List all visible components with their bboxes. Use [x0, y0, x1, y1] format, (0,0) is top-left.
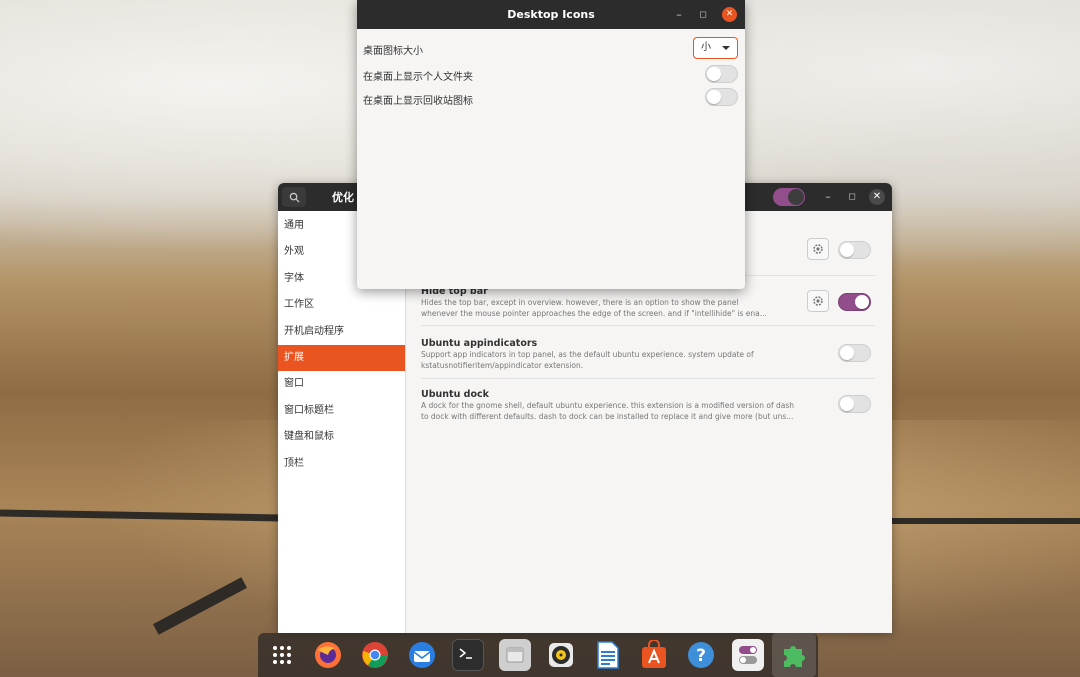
- dialog-headerbar: Desktop Icons – ◻ ✕: [357, 0, 745, 29]
- switch-knob: [855, 295, 869, 309]
- extensions-master-switch[interactable]: [773, 188, 805, 206]
- extensions-puzzle-icon: [784, 646, 805, 667]
- sidebar-item-window-titlebars[interactable]: 窗口标题栏: [278, 398, 405, 424]
- extension-switch[interactable]: [838, 395, 871, 413]
- gear-icon: [813, 296, 823, 306]
- combo-value: 小: [701, 42, 711, 53]
- show-apps-button[interactable]: [266, 639, 298, 671]
- firefox-icon: [315, 642, 341, 668]
- sidebar-item-top-bar[interactable]: 顶栏: [278, 451, 405, 477]
- rhythmbox-launcher[interactable]: [545, 639, 577, 671]
- dock: ?: [258, 633, 818, 677]
- tweaks-icon: [739, 646, 757, 664]
- list-item: Ubuntu appindicators Support app indicat…: [421, 338, 875, 379]
- software-center-launcher[interactable]: [638, 639, 670, 671]
- files-launcher[interactable]: [499, 639, 531, 671]
- list-item: Ubuntu dock A dock for the gnome shell, …: [421, 389, 875, 427]
- show-trash-label: 在桌面上显示回收站图标: [363, 96, 473, 107]
- minimize-button[interactable]: –: [671, 7, 687, 23]
- extensions-launcher[interactable]: [778, 639, 810, 671]
- extension-description: Hides the top bar, except in overview. h…: [421, 298, 739, 307]
- terminal-launcher[interactable]: [452, 639, 484, 671]
- maximize-button[interactable]: ◻: [695, 7, 711, 23]
- help-launcher[interactable]: ?: [685, 639, 717, 671]
- extension-name: Ubuntu appindicators: [421, 338, 538, 349]
- desktop-icons-dialog: Desktop Icons – ◻ ✕ 桌面图标大小 小 在桌面上显示个人文件夹…: [357, 0, 745, 289]
- rhythmbox-icon: [549, 643, 573, 667]
- search-button[interactable]: [282, 187, 306, 207]
- help-icon: ?: [688, 642, 714, 668]
- gear-icon: [813, 244, 823, 254]
- extension-switch[interactable]: [838, 293, 871, 311]
- sidebar-item-workspaces[interactable]: 工作区: [278, 292, 405, 318]
- icon-size-label: 桌面图标大小: [363, 46, 423, 57]
- extension-description: whenever the mouse pointer approaches th…: [421, 309, 767, 318]
- chrome-icon: [362, 642, 388, 668]
- minimize-button[interactable]: –: [820, 189, 836, 205]
- maximize-button[interactable]: ◻: [844, 189, 860, 205]
- extension-switch[interactable]: [838, 344, 871, 362]
- libreoffice-writer-launcher[interactable]: [592, 639, 624, 671]
- chrome-launcher[interactable]: [359, 639, 391, 671]
- sidebar-item-extensions[interactable]: 扩展: [278, 344, 405, 372]
- switch-knob: [788, 189, 804, 205]
- sidebar-item-windows[interactable]: 窗口: [278, 371, 405, 397]
- extension-description: Support app indicators in top panel, as …: [421, 350, 754, 359]
- close-button[interactable]: ✕: [869, 189, 885, 205]
- files-icon: [506, 647, 524, 663]
- svg-text:?: ?: [696, 646, 706, 666]
- sidebar-item-startup-apps[interactable]: 开机启动程序: [278, 319, 405, 345]
- switch-knob: [707, 90, 721, 104]
- show-home-label: 在桌面上显示个人文件夹: [363, 72, 473, 83]
- libreoffice-writer-icon: [597, 641, 619, 669]
- firefox-launcher[interactable]: [312, 639, 344, 671]
- thunderbird-icon: [409, 642, 435, 668]
- extension-name: Ubuntu dock: [421, 389, 489, 400]
- close-button[interactable]: ✕: [722, 7, 737, 22]
- thunderbird-launcher[interactable]: [406, 639, 438, 671]
- terminal-icon: [459, 648, 472, 659]
- switch-knob: [840, 397, 854, 411]
- extension-settings-button[interactable]: [807, 290, 829, 312]
- extension-description: to dock with different defaults. dash to…: [421, 412, 794, 421]
- extension-settings-button[interactable]: [807, 238, 829, 260]
- extension-switch[interactable]: [838, 241, 871, 259]
- chevron-down-icon: [722, 46, 730, 50]
- show-trash-switch[interactable]: [705, 88, 738, 106]
- switch-knob: [840, 346, 854, 360]
- search-icon: [289, 192, 300, 203]
- tweaks-launcher[interactable]: [732, 639, 764, 671]
- show-home-switch[interactable]: [705, 65, 738, 83]
- wallpaper-stripe: [892, 518, 1080, 524]
- switch-knob: [707, 67, 721, 81]
- extension-description: A dock for the gnome shell, default ubun…: [421, 401, 795, 410]
- tweaks-title: 优化: [332, 191, 354, 204]
- icon-size-combo[interactable]: 小: [693, 37, 738, 59]
- software-center-icon: [642, 640, 666, 668]
- sidebar-item-keyboard-mouse[interactable]: 键盘和鼠标: [278, 424, 405, 450]
- switch-knob: [840, 243, 854, 257]
- app-grid-icon: [273, 646, 291, 664]
- extension-description: kstatusnotifieritem/appindicator extensi…: [421, 361, 584, 370]
